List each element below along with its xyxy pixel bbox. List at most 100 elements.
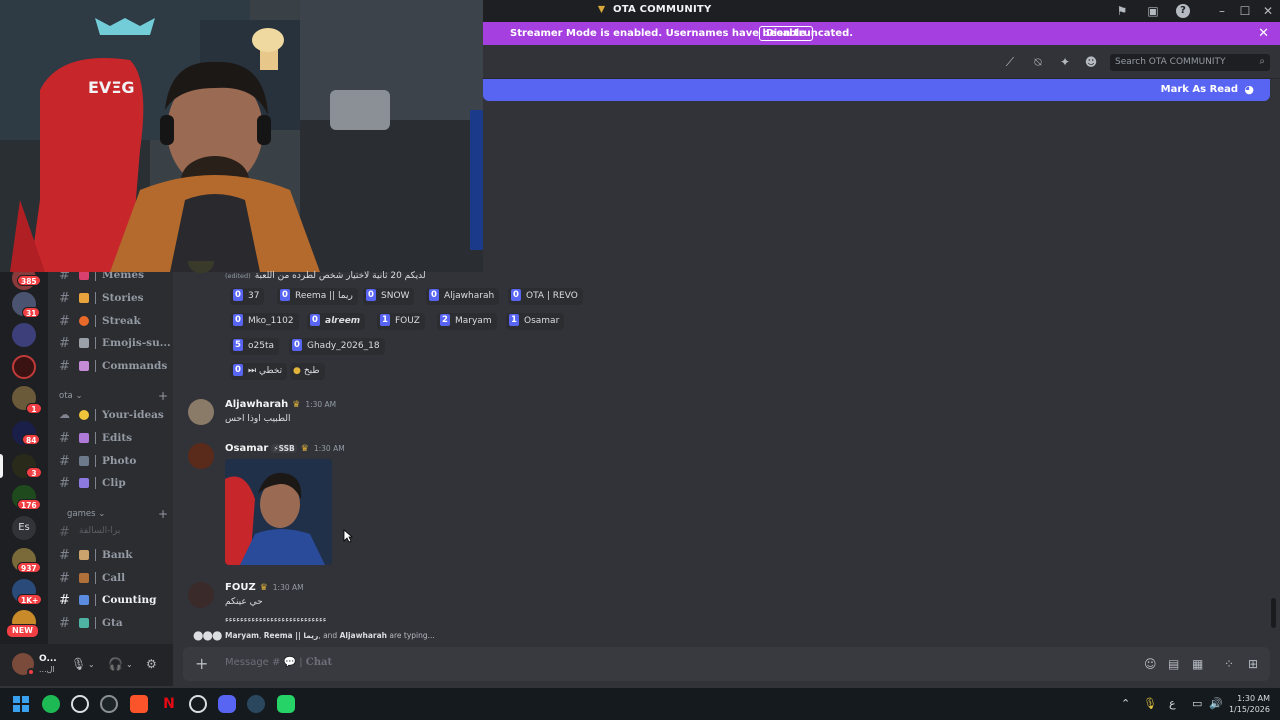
avatar[interactable] — [188, 443, 214, 469]
message-author[interactable]: FOUZ ♛ 1:30 AM — [225, 582, 304, 593]
timestamp: 1:30 AM — [305, 400, 337, 409]
reaction-count: 0 — [310, 314, 320, 326]
channel-streak[interactable]: # Streak — [48, 312, 173, 332]
channel-emojis-suggestions[interactable]: # Emojis-su... — [48, 334, 173, 354]
mark-as-read-button[interactable]: Mark As Read — [1161, 84, 1238, 95]
gear-icon[interactable]: ⚙ — [146, 657, 157, 671]
language-indicator[interactable]: ع — [1169, 697, 1176, 710]
reaction-chip[interactable]: 1 Osamar — [506, 313, 565, 330]
channel-name: Streak — [102, 315, 141, 327]
category-ota[interactable]: OTA ⌄ + — [59, 389, 168, 403]
channel-commands[interactable]: # Commands — [48, 357, 173, 377]
reaction-chip[interactable]: 0 Reema || ريما — [277, 288, 358, 305]
reaction-chip[interactable]: 0 ⏭ تخطي — [230, 363, 288, 380]
reaction-chip[interactable]: 0 37 — [230, 288, 265, 305]
member-list-icon[interactable]: ☻ — [1084, 55, 1098, 69]
channel-your-ideas[interactable]: ☁ Your-ideas — [48, 406, 173, 426]
settings-app-icon[interactable] — [71, 695, 89, 713]
add-channel-icon[interactable]: + — [158, 507, 168, 521]
maximize-button[interactable]: ☐ — [1238, 4, 1252, 18]
volume-icon[interactable]: 🔊 — [1209, 697, 1223, 710]
windows-start-icon[interactable] — [12, 695, 30, 713]
chevron-up-icon[interactable]: ⌃ — [1121, 697, 1130, 710]
avatar[interactable] — [188, 399, 214, 425]
disable-streamer-button[interactable]: Disable — [759, 26, 813, 41]
reaction-count: 1 — [380, 314, 390, 326]
channel-counting[interactable]: # Counting — [48, 591, 173, 611]
app-icon[interactable] — [189, 695, 207, 713]
separator — [95, 477, 96, 489]
mouse-cursor-icon — [343, 529, 353, 543]
discord-icon[interactable] — [218, 695, 236, 713]
channel-stories[interactable]: # Stories — [48, 289, 173, 309]
chevron-down-icon[interactable]: ⌄ — [88, 660, 95, 669]
channel-photo[interactable]: # Photo — [48, 452, 173, 472]
inbox-icon[interactable]: ▣ — [1146, 4, 1160, 18]
gift-icon[interactable]: ☺ — [1144, 657, 1157, 671]
channel-edits[interactable]: # Edits — [48, 429, 173, 449]
reaction-chip[interactable]: 1 FOUZ — [377, 313, 425, 330]
netflix-icon[interactable]: N — [160, 695, 178, 713]
channel-memes[interactable]: # Memes — [48, 272, 173, 286]
hash-icon: # — [59, 476, 70, 491]
message-author[interactable]: Aljawharah ♛ 1:30 AM — [225, 399, 336, 410]
channel-clip[interactable]: # Clip — [48, 474, 173, 494]
server-icon[interactable] — [12, 355, 36, 379]
spotify-icon[interactable] — [42, 695, 60, 713]
close-window-button[interactable]: ✕ — [1261, 4, 1275, 18]
channel-call[interactable]: # Call — [48, 569, 173, 589]
whatsapp-icon[interactable] — [277, 695, 295, 713]
help-icon[interactable]: ? — [1176, 4, 1190, 18]
scrollbar-thumb[interactable] — [1271, 598, 1276, 628]
avatar[interactable] — [188, 582, 214, 608]
message-composer[interactable]: + Message # 💬 | Chat ☺ ▤ ▦ ⁘ ⊞ — [183, 647, 1270, 681]
message-input[interactable]: Message # 💬 | Chat — [225, 657, 332, 668]
reaction-chip[interactable]: 0 Aljawharah — [426, 288, 500, 305]
reaction-chip[interactable]: 0 Ghady_2026_18 — [289, 338, 385, 355]
close-icon[interactable]: ✕ — [1258, 26, 1269, 41]
server-text-icon[interactable]: Es — [12, 516, 36, 540]
mute-bell-icon[interactable]: ⍉ — [1031, 55, 1045, 69]
mic-tray-icon[interactable]: 🎙 — [1143, 697, 1157, 710]
reaction-chip[interactable]: 0 Mko_1102 — [230, 313, 299, 330]
add-channel-icon[interactable]: + — [158, 389, 168, 403]
reaction-chip[interactable]: 0 𝙖𝙡𝙧𝙚𝙚𝙢 — [307, 313, 366, 330]
channel-gta[interactable]: # Gta — [48, 614, 173, 634]
scrollbar[interactable] — [1270, 101, 1278, 681]
emoji-icon[interactable]: ⊞ — [1248, 657, 1258, 671]
reaction-chip[interactable]: 0 SNOW — [363, 288, 415, 305]
reaction-chip[interactable]: 5 o25ta — [230, 338, 280, 355]
headphones-icon[interactable]: 🎧 — [108, 657, 123, 671]
add-attachment-icon[interactable]: + — [195, 654, 208, 673]
typing-suffix: are typing... — [389, 631, 435, 640]
threads-icon[interactable]: ⟋ — [1003, 55, 1017, 69]
microphone-icon[interactable]: 🎙 — [71, 657, 86, 671]
channel-bara-alsalfa[interactable]: # برا-السالفة — [48, 523, 173, 543]
flag-icon[interactable]: ⚑ — [1115, 4, 1129, 18]
browser-icon[interactable] — [100, 695, 118, 713]
pin-icon[interactable]: ✦ — [1058, 55, 1072, 69]
brave-icon[interactable] — [130, 695, 148, 713]
minimize-button[interactable]: – — [1215, 4, 1229, 18]
chevron-down-icon[interactable]: ⌄ — [126, 660, 133, 669]
message-author[interactable]: Osamar ⚡SSB ♛ 1:30 AM — [225, 443, 345, 454]
new-messages-bar[interactable]: Mark As Read ◕ — [483, 79, 1270, 101]
steam-icon[interactable] — [247, 695, 265, 713]
apps-icon[interactable]: ⁘ — [1224, 657, 1234, 671]
channel-bank[interactable]: # Bank — [48, 546, 173, 566]
category-games[interactable]: games ⌄ + — [67, 507, 168, 521]
search-input[interactable]: Search OTA COMMUNITY — [1115, 57, 1226, 67]
clock[interactable]: 1:30 AM 1/15/2026 — [1226, 693, 1270, 715]
sticker-icon[interactable]: ▦ — [1192, 657, 1203, 671]
category-label: games — [67, 509, 96, 519]
search-box[interactable]: Search OTA COMMUNITY ⌕ — [1110, 54, 1270, 71]
network-icon[interactable]: ▭ — [1192, 697, 1202, 710]
reaction-chip[interactable]: 2 Maryam — [437, 313, 497, 330]
reaction-chip[interactable]: 0 OTA | REVO — [508, 288, 583, 305]
server-icon[interactable] — [12, 323, 36, 347]
reaction-emoji-icon: ● — [293, 366, 301, 376]
gif-icon[interactable]: ▤ — [1168, 657, 1179, 671]
avatar[interactable] — [188, 261, 214, 273]
image-attachment[interactable] — [225, 459, 332, 565]
reaction-chip[interactable]: ● طبخ — [290, 363, 325, 380]
